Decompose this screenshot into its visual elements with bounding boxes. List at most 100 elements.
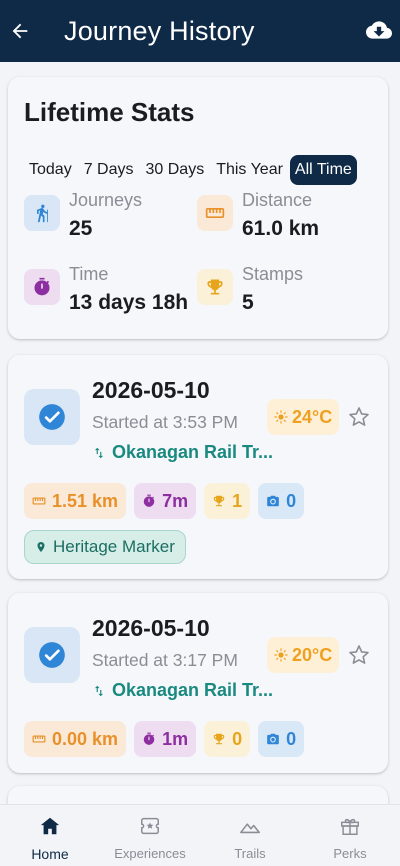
cloud-download-button[interactable] — [366, 17, 392, 43]
journeys-value: 25 — [69, 217, 93, 240]
trail-name: Okanagan Rail Tr... — [112, 442, 274, 462]
ruler-icon — [32, 732, 46, 746]
marker-label: Heritage Marker — [53, 537, 175, 556]
favorite-button[interactable] — [347, 405, 371, 429]
photos-count: 0 — [286, 490, 297, 511]
nav-home[interactable]: Home — [0, 805, 100, 866]
journey-date: 2026-05-10 — [92, 377, 210, 403]
photos-count: 0 — [286, 728, 297, 749]
trophy-icon — [212, 494, 226, 508]
trophy-icon — [212, 732, 226, 746]
nav-perks-label: Perks — [333, 846, 367, 861]
distance-chip: 1.51 km — [24, 483, 127, 519]
completed-check — [24, 627, 80, 683]
trail-name: Okanagan Rail Tr... — [112, 680, 274, 700]
duration-value: 7m — [162, 490, 189, 511]
distance-value: 61.0 km — [242, 217, 320, 240]
stat-distance: Distance 61.0 km — [197, 189, 319, 241]
completed-check — [24, 389, 80, 445]
page-title: Journey History — [64, 15, 255, 46]
trophy-icon — [197, 269, 233, 305]
distance-value: 0.00 km — [52, 728, 119, 749]
star-outline-icon — [349, 645, 369, 664]
sun-icon — [274, 410, 288, 424]
range-7-days[interactable]: 7 Days — [79, 155, 139, 185]
lifetime-stats-card: Lifetime Stats Today 7 Days 30 Days This… — [8, 77, 388, 339]
stat-time: Time 13 days 18h — [24, 263, 188, 315]
back-button[interactable] — [0, 0, 40, 62]
ruler-icon — [32, 494, 46, 508]
journey-start-time: Started at 3:17 PM — [92, 650, 238, 670]
favorite-button[interactable] — [347, 643, 371, 667]
distance-label: Distance — [242, 190, 313, 210]
journey-trail[interactable]: Okanagan Rail Tr... — [92, 442, 273, 463]
duration-chip: 7m — [134, 483, 197, 519]
stamps-label: Stamps — [242, 264, 304, 284]
home-icon — [39, 814, 61, 838]
nav-experiences-label: Experiences — [114, 846, 186, 861]
duration-value: 1m — [162, 728, 189, 749]
stamps-count: 0 — [232, 728, 243, 749]
nav-trails-label: Trails — [234, 846, 266, 861]
range-today[interactable]: Today — [24, 155, 77, 185]
sun-icon — [274, 648, 288, 662]
ruler-icon — [197, 195, 233, 231]
journey-start-time: Started at 3:53 PM — [92, 412, 238, 432]
camera-icon — [266, 494, 280, 508]
star-outline-icon — [349, 407, 369, 426]
stopwatch-icon — [24, 269, 60, 305]
nav-experiences[interactable]: Experiences — [100, 805, 200, 866]
distance-value: 1.51 km — [52, 490, 119, 511]
temperature: 24°C — [292, 406, 333, 427]
stamps-chip: 0 — [204, 721, 251, 757]
stamps-count: 1 — [232, 490, 243, 511]
time-label: Time — [69, 264, 109, 284]
cloud-download-icon — [366, 21, 392, 39]
location-pin-icon — [35, 540, 47, 554]
weather-badge: 24°C — [267, 399, 340, 435]
mountain-icon — [238, 814, 262, 838]
photos-chip: 0 — [258, 721, 305, 757]
nav-perks[interactable]: Perks — [300, 805, 400, 866]
photos-chip: 0 — [258, 483, 305, 519]
temperature: 20°C — [292, 644, 333, 665]
journey-card-partial[interactable] — [8, 786, 388, 804]
journey-metrics: 0.00 km 1m 0 0 — [24, 721, 305, 757]
stats-title: Lifetime Stats — [24, 97, 195, 127]
journey-card[interactable]: 2026-05-10 Started at 3:17 PM Okanagan R… — [8, 593, 388, 773]
stamps-value: 5 — [242, 291, 254, 314]
check-circle-icon — [39, 642, 65, 668]
distance-chip: 0.00 km — [24, 721, 127, 757]
stat-stamps: Stamps 5 — [197, 263, 303, 315]
journeys-label: Journeys — [69, 190, 143, 210]
route-icon — [92, 446, 106, 460]
stamps-chip: 1 — [204, 483, 251, 519]
hiker-icon — [24, 195, 60, 231]
route-icon — [92, 684, 106, 698]
journey-trail[interactable]: Okanagan Rail Tr... — [92, 680, 273, 701]
bottom-navigation: Home Experiences Trails Perks — [0, 804, 400, 866]
app-bar: Journey History — [0, 0, 400, 62]
range-this-year[interactable]: This Year — [211, 155, 288, 185]
range-30-days[interactable]: 30 Days — [141, 155, 210, 185]
stopwatch-icon — [142, 732, 156, 746]
nav-home-label: Home — [31, 846, 69, 862]
heritage-marker-tag[interactable]: Heritage Marker — [24, 530, 186, 564]
nav-trails[interactable]: Trails — [200, 805, 300, 866]
gift-icon — [339, 814, 361, 838]
journey-date: 2026-05-10 — [92, 615, 210, 641]
check-circle-icon — [39, 404, 65, 430]
history-scroll-area[interactable]: Lifetime Stats Today 7 Days 30 Days This… — [0, 62, 400, 804]
journey-metrics: 1.51 km 7m 1 0 — [24, 483, 305, 519]
ticket-icon — [139, 814, 161, 838]
stat-journeys: Journeys 25 — [24, 189, 142, 241]
range-selector: Today 7 Days 30 Days This Year All Time — [24, 155, 357, 185]
journey-card[interactable]: 2026-05-10 Started at 3:53 PM Okanagan R… — [8, 355, 388, 579]
range-all-time[interactable]: All Time — [289, 155, 357, 185]
camera-icon — [266, 732, 280, 746]
duration-chip: 1m — [134, 721, 197, 757]
arrow-back-icon — [12, 23, 28, 39]
stopwatch-icon — [142, 494, 156, 508]
weather-badge: 20°C — [267, 637, 340, 673]
time-value: 13 days 18h — [69, 291, 189, 314]
